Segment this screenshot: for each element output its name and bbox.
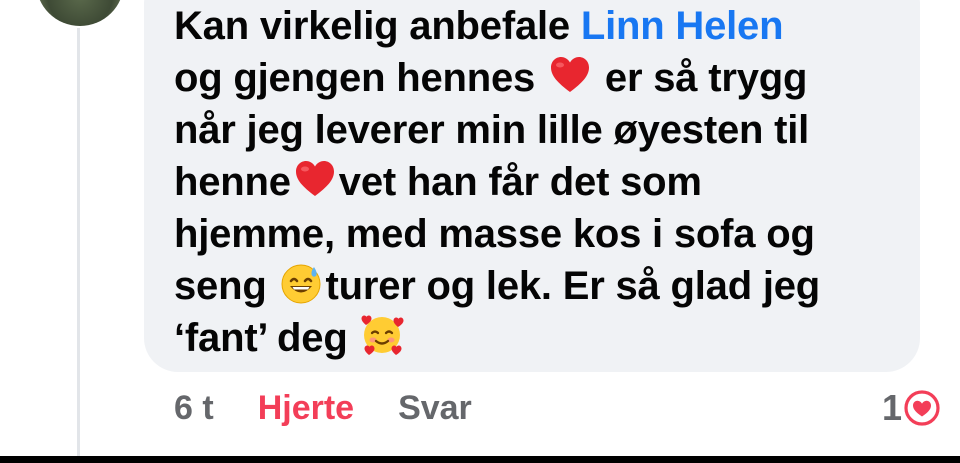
comment-line-2: og gjengen hennes er så trygg bbox=[174, 52, 914, 104]
bottom-edge-bar bbox=[0, 456, 960, 463]
red-heart-icon bbox=[293, 157, 337, 201]
red-heart-icon bbox=[548, 53, 592, 97]
comment-text-segment: er så trygg bbox=[594, 56, 808, 100]
smiling-face-with-hearts-icon bbox=[360, 313, 404, 357]
comment-text-segment: Kan virkelig anbefale bbox=[174, 4, 581, 48]
comment-line-5: hjemme, med masse kos i sofa og bbox=[174, 212, 815, 256]
comment-text-segment: turer og lek. Er så glad jeg bbox=[325, 264, 821, 308]
comment-line-7: ‘fant’ deg bbox=[174, 312, 914, 364]
comment-line-4: henne vet han får det som bbox=[174, 156, 914, 208]
comment-text-segment: og gjengen hennes bbox=[174, 56, 546, 100]
comment-text-segment: ‘fant’ deg bbox=[174, 316, 359, 360]
thread-line bbox=[77, 28, 80, 458]
comment-line-3: når jeg leverer min lille øyesten til bbox=[174, 108, 810, 152]
comment-screen: Kan virkelig anbefale Linn Helen og gjen… bbox=[0, 0, 960, 463]
comment-text-segment: seng bbox=[174, 264, 278, 308]
reply-button[interactable]: Svar bbox=[398, 389, 472, 428]
avatar[interactable] bbox=[36, 0, 124, 26]
reaction-count: 1 bbox=[881, 387, 902, 428]
comment-line-1: Kan virkelig anbefale Linn Helen bbox=[174, 0, 914, 52]
comment-text-segment: henne bbox=[174, 160, 291, 204]
heart-reaction-button[interactable]: Hjerte bbox=[258, 389, 354, 428]
comment-timestamp[interactable]: 6 t bbox=[174, 389, 214, 428]
mention-link[interactable]: Linn Helen bbox=[581, 4, 784, 48]
comment-text-segment: vet han får det som bbox=[338, 160, 702, 204]
comment-line-6: seng turer og lek. Er så glad jeg bbox=[174, 260, 914, 312]
heart-outline-icon bbox=[904, 390, 940, 426]
reaction-summary[interactable]: 1 bbox=[882, 386, 940, 430]
comment-actions: 6 t Hjerte Svar bbox=[174, 386, 472, 430]
comment-text: Kan virkelig anbefale Linn Helen og gjen… bbox=[174, 0, 914, 364]
grinning-sweat-icon bbox=[279, 261, 323, 305]
